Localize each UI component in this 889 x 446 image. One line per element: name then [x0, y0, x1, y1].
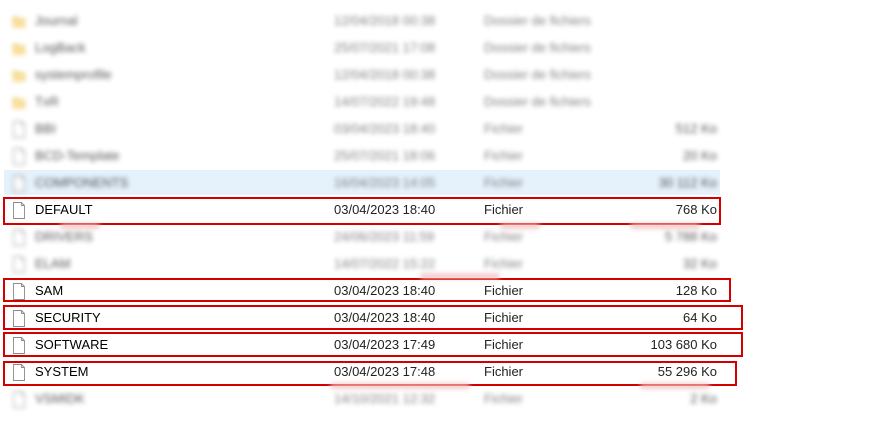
file-size: 64 Ko	[683, 310, 717, 325]
file-icon	[12, 174, 26, 192]
file-date: 12/04/2018 00:38	[334, 67, 436, 82]
file-type: Dossier de fichiers	[484, 67, 591, 82]
file-date: 25/07/2021 18:06	[334, 148, 436, 163]
file-row[interactable]: BBI 03/04/2023 18:40 Fichier 512 Ko	[0, 115, 889, 142]
file-name: Journal	[35, 13, 78, 28]
file-date: 24/06/2023 11:59	[334, 229, 435, 244]
file-row[interactable]: DRIVERS 24/06/2023 11:59 Fichier 5 788 Ko	[0, 223, 889, 250]
file-icon	[12, 390, 26, 408]
red-smear	[630, 223, 700, 229]
file-date: 03/04/2023 17:48	[334, 364, 436, 379]
file-icon	[12, 282, 26, 300]
red-smear	[60, 223, 100, 229]
file-size: 768 Ko	[675, 202, 717, 217]
file-icon	[12, 228, 26, 246]
file-list: Journal 12/04/2018 00:38 Dossier de fichie…	[0, 7, 889, 412]
file-date: 14/10/2021 12:32	[334, 391, 436, 406]
file-date: 12/04/2018 00:38	[334, 13, 436, 28]
file-type: Fichier	[484, 283, 524, 298]
file-name: DEFAULT	[35, 202, 93, 217]
file-icon	[12, 363, 26, 381]
file-name: BCD-Template	[35, 148, 120, 163]
file-date: 03/04/2023 18:40	[334, 202, 436, 217]
file-size: 55 296 Ko	[657, 364, 717, 379]
file-row[interactable]: SAM 03/04/2023 18:40 Fichier 128 Ko	[0, 277, 889, 304]
file-type: Fichier	[484, 337, 524, 352]
red-smear	[420, 273, 500, 279]
file-size: 20 Ko	[683, 148, 717, 163]
file-row[interactable]: SYSTEM 03/04/2023 17:48 Fichier 55 296 Ko	[0, 358, 889, 385]
file-row[interactable]: DEFAULT 03/04/2023 18:40 Fichier 768 Ko	[0, 196, 889, 223]
file-type: Fichier	[484, 391, 524, 406]
file-row[interactable]: Journal 12/04/2018 00:38 Dossier de fichie…	[0, 7, 889, 34]
file-date: 03/04/2023 18:40	[334, 121, 436, 136]
file-date: 03/04/2023 17:49	[334, 337, 436, 352]
file-row[interactable]: systemprofile 12/04/2018 00:38 Dossier de …	[0, 61, 889, 88]
folder-icon	[12, 93, 26, 110]
file-name: BBI	[35, 121, 56, 136]
file-name: TxR	[35, 94, 59, 109]
file-date: 03/04/2023 18:40	[334, 283, 436, 298]
file-size: 128 Ko	[675, 283, 717, 298]
file-row[interactable]: COMPONENTS 16/04/2023 14:05 Fichier 30 112 …	[0, 169, 889, 196]
file-type: Fichier	[484, 310, 524, 325]
file-name: LogBack	[35, 40, 86, 55]
file-size: 32 Ko	[683, 256, 717, 271]
file-icon	[12, 201, 26, 219]
file-type: Dossier de fichiers	[484, 94, 591, 109]
folder-icon	[12, 12, 26, 29]
folder-icon	[12, 39, 26, 56]
file-size: 2 Ko	[690, 391, 717, 406]
file-name: SECURITY	[35, 310, 101, 325]
file-type: Fichier	[484, 148, 524, 163]
folder-icon	[12, 66, 26, 83]
file-icon	[12, 255, 26, 273]
file-size: 30 112 Ko	[658, 175, 717, 190]
file-name: COMPONENTS	[35, 175, 129, 190]
red-smear	[330, 383, 470, 389]
file-date: 14/07/2022 19:48	[334, 94, 436, 109]
file-icon	[12, 120, 26, 138]
file-row[interactable]: TxR 14/07/2022 19:48 Dossier de fichiers	[0, 88, 889, 115]
file-row[interactable]: LogBack 25/07/2021 17:08 Dossier de fichie…	[0, 34, 889, 61]
file-type: Fichier	[484, 175, 524, 190]
file-size: 103 680 Ko	[650, 337, 717, 352]
file-date: 03/04/2023 18:40	[334, 310, 436, 325]
file-date: 25/07/2021 17:08	[334, 40, 436, 55]
file-name: systemprofile	[35, 67, 112, 82]
file-row[interactable]: VSMIDK 14/10/2021 12:32 Fichier 2 Ko	[0, 385, 889, 412]
file-row[interactable]: BCD-Template 25/07/2021 18:06 Fichier 20 Ko	[0, 142, 889, 169]
file-date: 16/04/2023 14:05	[334, 175, 436, 190]
red-smear	[500, 223, 540, 229]
file-name: ELAM	[35, 256, 71, 271]
file-type: Dossier de fichiers	[484, 13, 591, 28]
file-row[interactable]: SOFTWARE 03/04/2023 17:49 Fichier 103 680 K…	[0, 331, 889, 358]
red-smear	[640, 383, 710, 389]
file-icon	[12, 147, 26, 165]
file-row[interactable]: SECURITY 03/04/2023 18:40 Fichier 64 Ko	[0, 304, 889, 331]
file-icon	[12, 309, 26, 327]
file-icon	[12, 336, 26, 354]
file-type: Fichier	[484, 121, 524, 136]
file-name: SYSTEM	[35, 364, 89, 379]
file-name: SOFTWARE	[35, 337, 109, 352]
file-name: VSMIDK	[35, 391, 85, 406]
file-type: Dossier de fichiers	[484, 40, 591, 55]
file-type: Fichier	[484, 364, 524, 379]
file-name: SAM	[35, 283, 64, 298]
file-size: 512 Ko	[675, 121, 717, 136]
file-type: Fichier	[484, 202, 524, 217]
